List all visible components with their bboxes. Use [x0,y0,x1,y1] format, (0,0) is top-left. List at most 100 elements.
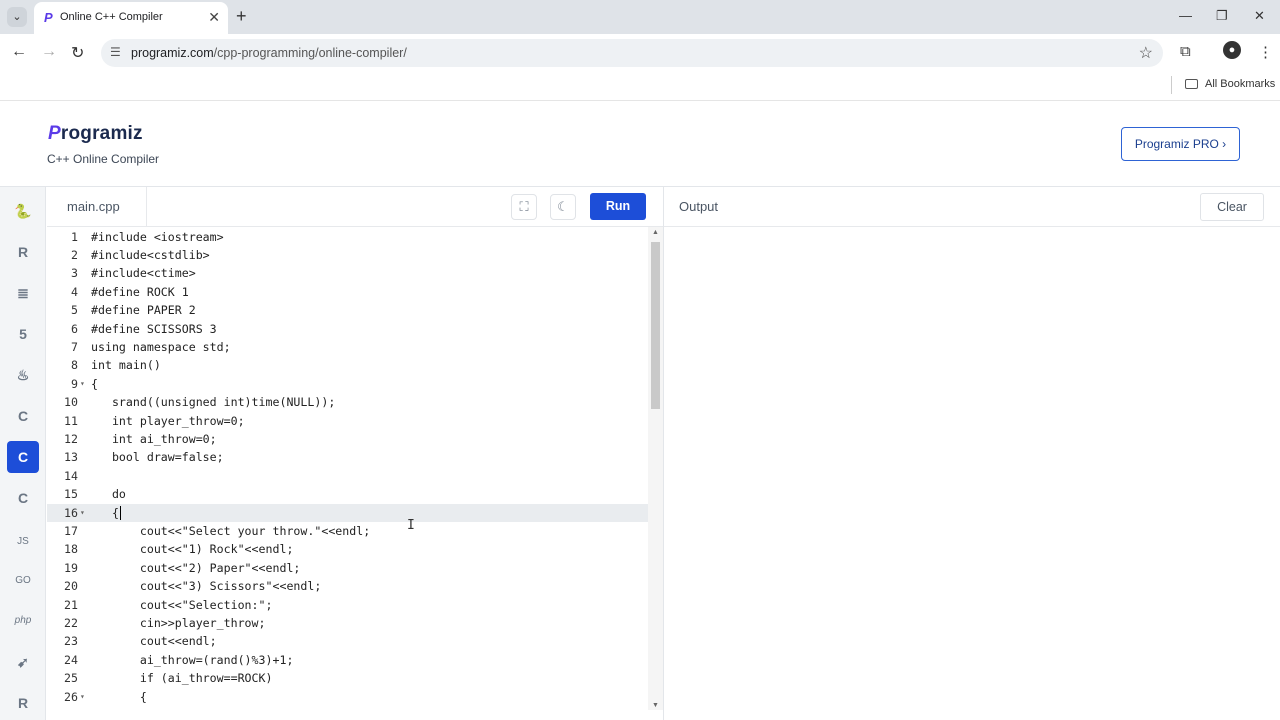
scroll-down-icon[interactable]: ▼ [652,702,659,709]
fullscreen-icon[interactable]: ⛶ [511,194,537,220]
tab-dropdown-icon[interactable]: ⌄ [7,7,27,27]
c-icon[interactable]: C [7,400,39,432]
code-line[interactable]: 24 ai_throw=(rand()%3)+1; [47,651,648,669]
programiz-pro-button[interactable]: Programiz PRO › [1121,127,1240,161]
code-area[interactable]: 1 #include <iostream> 2 #include<cstdlib> 3 #… [47,227,648,710]
code-text: int ai_throw=0; [91,431,217,446]
java-icon[interactable]: ♨ [7,359,39,391]
code-text: cout<<endl; [91,634,217,649]
new-tab-icon[interactable]: + [236,6,247,27]
address-bar[interactable]: ☰ programiz.com/cpp-programming/online-c… [101,39,1163,67]
code-text: #include<cstdlib> [91,247,210,262]
code-text: cout<<"1) Rock"<<endl; [91,542,294,557]
rust-icon[interactable]: R [7,687,39,719]
folder-icon[interactable] [1185,79,1198,89]
go-icon[interactable]: GO [7,565,39,597]
line-number: 4 [71,284,78,299]
close-window-icon[interactable]: ✕ [1254,8,1265,24]
fold-arrow-icon[interactable]: ▾ [80,688,85,706]
code-text: { [91,505,121,520]
code-line[interactable]: 13 bool draw=false; [47,448,648,466]
code-line[interactable]: 9 ▾ { [47,375,648,393]
code-line[interactable]: 7 using namespace std; [47,338,648,356]
code-line[interactable]: 16 ▾ { [47,503,648,522]
tab-close-icon[interactable]: ✕ [208,9,220,26]
line-number: 24 [64,652,78,667]
sql-icon[interactable]: ≣ [7,277,39,309]
code-line[interactable]: 25 if (ai_throw==ROCK) [47,669,648,687]
csharp-icon[interactable]: C [7,482,39,514]
fold-arrow-icon[interactable]: ▾ [80,375,85,393]
code-text: #include<ctime> [91,266,196,281]
fold-arrow-icon[interactable]: ▾ [80,504,85,522]
code-line[interactable]: 26 ▾ { [47,688,648,706]
php-icon[interactable]: php [7,605,39,637]
line-number: 19 [64,560,78,575]
code-text: int main() [91,358,161,373]
line-number: 21 [64,597,78,612]
code-line[interactable]: 20 cout<<"3) Scissors"<<endl; [47,577,648,595]
cpp-icon[interactable]: C [7,441,39,473]
scroll-up-icon[interactable]: ▲ [652,229,659,236]
code-text: cout<<"AI threw ROCK."<<endl; [91,706,370,710]
code-line[interactable]: 10 srand((unsigned int)time(NULL)); [47,393,648,411]
output-panel: Output Clear [663,187,1280,720]
code-line[interactable]: 17 cout<<"Select your throw."<<endl; [47,522,648,540]
scrollbar-thumb[interactable] [651,242,660,409]
tab-title: Online C++ Compiler [60,11,163,23]
restore-icon[interactable]: ❐ [1216,8,1228,24]
editor-scrollbar[interactable]: ▲ ▼ [648,227,663,710]
code-line[interactable]: 14 [47,467,648,485]
dark-mode-icon[interactable]: ☾ [550,194,576,220]
programiz-logo[interactable]: Programiz [48,123,143,145]
line-number: 10 [64,395,78,410]
minimize-icon[interactable]: — [1179,8,1192,23]
page: Programiz C++ Online Compiler Programiz … [0,101,1280,720]
back-icon[interactable]: ← [11,43,27,61]
code-line[interactable]: 18 cout<<"1) Rock"<<endl; [47,540,648,558]
forward-icon[interactable]: → [41,43,57,61]
code-line[interactable]: 3 #include<ctime> [47,264,648,282]
profile-icon[interactable]: ● [1223,41,1241,59]
code-text: if (ai_throw==ROCK) [91,671,273,686]
line-number: 12 [64,431,78,446]
code-line[interactable]: 12 int ai_throw=0; [47,430,648,448]
swift-icon[interactable]: ➹ [7,646,39,678]
code-line[interactable]: 19 cout<<"2) Paper"<<endl; [47,559,648,577]
python-icon[interactable]: 🐍 [7,195,39,227]
clear-button[interactable]: Clear [1200,193,1264,221]
code-text: using namespace std; [91,339,231,354]
code-line[interactable]: 15 do [47,485,648,503]
javascript-icon[interactable]: JS [7,526,39,558]
line-number: 22 [64,615,78,630]
code-line[interactable]: 8 int main() [47,356,648,374]
all-bookmarks-link[interactable]: All Bookmarks [1205,78,1275,90]
html-icon[interactable]: 5 [7,318,39,350]
code-line[interactable]: 23 cout<<endl; [47,632,648,650]
code-line[interactable]: 6 #define SCISSORS 3 [47,320,648,338]
reload-icon[interactable]: ↻ [71,43,84,63]
code-line[interactable]: 22 cin>>player_throw; [47,614,648,632]
extensions-icon[interactable]: ⧉ [1180,43,1191,60]
menu-icon[interactable]: ⋮ [1258,43,1273,61]
run-button[interactable]: Run [590,193,646,220]
code-line[interactable]: 1 #include <iostream> [47,228,648,246]
code-line[interactable]: 11 int player_throw=0; [47,412,648,430]
code-line[interactable]: 2 #include<cstdlib> [47,246,648,264]
code-text: cout<<"2) Paper"<<endl; [91,560,301,575]
r-icon[interactable]: R [7,236,39,268]
url-text: programiz.com/cpp-programming/online-com… [131,46,407,60]
code-line[interactable]: 21 cout<<"Selection:"; [47,596,648,614]
code-line[interactable]: 27 cout<<"AI threw ROCK."<<endl; [47,706,648,710]
browser-toolbar: ← → ↻ ☰ programiz.com/cpp-programming/on… [0,34,1280,72]
code-line[interactable]: 5 #define PAPER 2 [47,301,648,319]
site-info-icon[interactable]: ☰ [110,45,121,59]
code-line[interactable]: 4 #define ROCK 1 [47,283,648,301]
browser-tab[interactable]: P Online C++ Compiler ✕ [34,2,228,34]
file-tab[interactable]: main.cpp [47,187,147,227]
line-number: 2 [71,247,78,262]
line-number: 20 [64,579,78,594]
output-header: Output Clear [664,187,1280,227]
line-number: 17 [64,523,78,538]
star-icon[interactable]: ☆ [1139,43,1153,63]
